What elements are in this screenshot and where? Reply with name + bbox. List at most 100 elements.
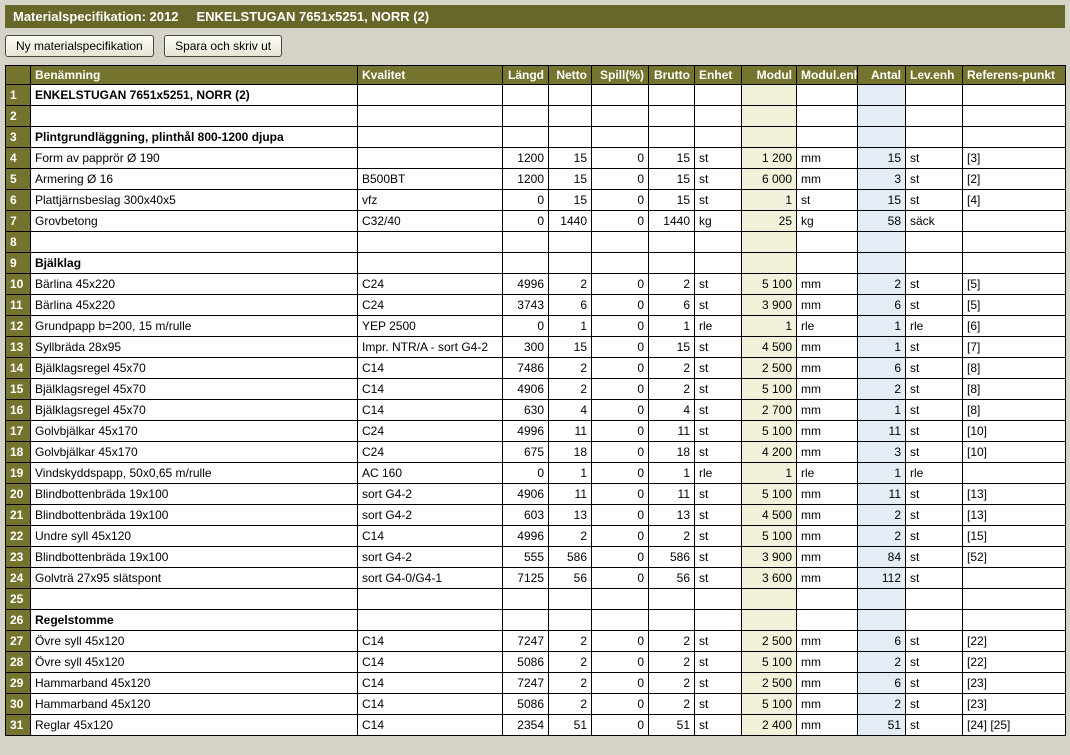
cell-antal: 3 (857, 168, 906, 190)
page-title-label: Materialspecifikation: 2012 (13, 9, 179, 24)
cell-kvalitet: B500BT (357, 168, 503, 190)
cell-enhet: st (694, 672, 742, 694)
cell-antal (857, 609, 906, 631)
cell-langd: 4996 (502, 420, 549, 442)
cell-modul-enh: mm (796, 714, 858, 736)
row-number: 25 (5, 588, 31, 610)
cell-benamning: Plattjärnsbeslag 300x40x5 (30, 189, 358, 211)
new-materialspec-button[interactable]: Ny materialspecifikation (5, 35, 154, 57)
row-number: 27 (5, 630, 31, 652)
cell-spill: 0 (591, 189, 649, 211)
cell-enhet: st (694, 399, 742, 421)
cell-lev-enh: st (905, 168, 963, 190)
cell-referens-punkt: [2] (962, 168, 1066, 190)
table-row: 6 Plattjärnsbeslag 300x40x5 vfz 0 15 0 15st 1st… (5, 189, 1066, 211)
cell-netto: 2 (548, 672, 592, 694)
cell-antal (857, 252, 906, 274)
cell-spill: 0 (591, 336, 649, 358)
cell-langd: 5086 (502, 651, 549, 673)
cell-kvalitet (357, 609, 503, 631)
cell-modul-enh (796, 105, 858, 127)
row-number: 16 (5, 399, 31, 421)
cell-spill (591, 609, 649, 631)
column-header-spill: Spill(%) (591, 65, 649, 85)
cell-kvalitet (357, 252, 503, 274)
cell-netto: 13 (548, 504, 592, 526)
cell-brutto: 15 (648, 147, 695, 169)
cell-netto: 1 (548, 462, 592, 484)
table-row: 29 Hammarband 45x120 C14 7247 2 0 2st 2 500 mm 6 s… (5, 672, 1066, 694)
cell-spill: 0 (591, 399, 649, 421)
cell-netto: 6 (548, 294, 592, 316)
save-and-print-button[interactable]: Spara och skriv ut (164, 35, 283, 57)
row-number: 11 (5, 294, 31, 316)
cell-enhet: st (694, 378, 742, 400)
cell-modul (741, 231, 797, 253)
cell-brutto: 1 (648, 315, 695, 337)
cell-kvalitet: C14 (357, 714, 503, 736)
cell-lev-enh: st (905, 420, 963, 442)
cell-modul (741, 588, 797, 610)
cell-modul-enh: st (796, 189, 858, 211)
cell-langd (502, 588, 549, 610)
row-number: 8 (5, 231, 31, 253)
cell-antal: 6 (857, 294, 906, 316)
cell-referens-punkt (962, 126, 1066, 148)
cell-brutto: 15 (648, 189, 695, 211)
cell-spill: 0 (591, 693, 649, 715)
cell-langd: 4906 (502, 483, 549, 505)
row-number: 13 (5, 336, 31, 358)
cell-antal: 58 (857, 210, 906, 232)
cell-langd (502, 105, 549, 127)
cell-spill: 0 (591, 294, 649, 316)
table-row: 31 Reglar 45x120 C14 2354 51 0 51st 2 400 mm 51st… (5, 714, 1066, 736)
cell-modul: 4 500 (741, 504, 797, 526)
cell-referens-punkt: [5] (962, 273, 1066, 295)
cell-kvalitet (357, 84, 503, 106)
cell-benamning: Hammarband 45x120 (30, 693, 358, 715)
cell-referens-punkt: [22] (962, 651, 1066, 673)
cell-modul-enh: mm (796, 420, 858, 442)
table-row: 22 Undre syll 45x120 C14 4996 2 0 2st 5 100 mm 2 s… (5, 525, 1066, 547)
cell-langd: 603 (502, 504, 549, 526)
cell-netto: 2 (548, 273, 592, 295)
cell-modul-enh: mm (796, 630, 858, 652)
cell-kvalitet: YEP 2500 (357, 315, 503, 337)
cell-referens-punkt: [5] (962, 294, 1066, 316)
row-number: 15 (5, 378, 31, 400)
cell-lev-enh: st (905, 525, 963, 547)
cell-enhet: st (694, 525, 742, 547)
row-number: 14 (5, 357, 31, 379)
cell-brutto: 2 (648, 693, 695, 715)
cell-enhet: st (694, 189, 742, 211)
row-number: 2 (5, 105, 31, 127)
cell-enhet: st (694, 630, 742, 652)
cell-modul-enh: mm (796, 651, 858, 673)
cell-enhet: st (694, 294, 742, 316)
table-row: 13 Syllbräda 28x95 Impr. NTR/A - sort G4-2… (5, 336, 1066, 358)
cell-kvalitet (357, 147, 503, 169)
table-row: 1 ENKELSTUGAN 7651x5251, NORR (2) (5, 84, 1066, 106)
table-row: 12 Grundpapp b=200, 15 m/rulle YEP 2500 0 1 0… (5, 315, 1066, 337)
cell-antal: 6 (857, 357, 906, 379)
cell-modul: 3 900 (741, 546, 797, 568)
cell-netto: 56 (548, 567, 592, 589)
cell-antal: 1 (857, 399, 906, 421)
cell-referens-punkt (962, 567, 1066, 589)
cell-spill (591, 588, 649, 610)
cell-netto (548, 126, 592, 148)
cell-spill (591, 231, 649, 253)
column-header-modul-enh: Modul.enh (796, 65, 858, 85)
row-number: 28 (5, 651, 31, 673)
cell-benamning: Grundpapp b=200, 15 m/rulle (30, 315, 358, 337)
cell-referens-punkt: [13] (962, 504, 1066, 526)
cell-netto: 51 (548, 714, 592, 736)
cell-brutto: 56 (648, 567, 695, 589)
cell-benamning: Hammarband 45x120 (30, 672, 358, 694)
cell-enhet: st (694, 357, 742, 379)
cell-benamning: Bjälklagsregel 45x70 (30, 399, 358, 421)
cell-brutto (648, 84, 695, 106)
cell-benamning: Blindbottenbräda 19x100 (30, 483, 358, 505)
cell-lev-enh (905, 84, 963, 106)
cell-lev-enh: st (905, 357, 963, 379)
